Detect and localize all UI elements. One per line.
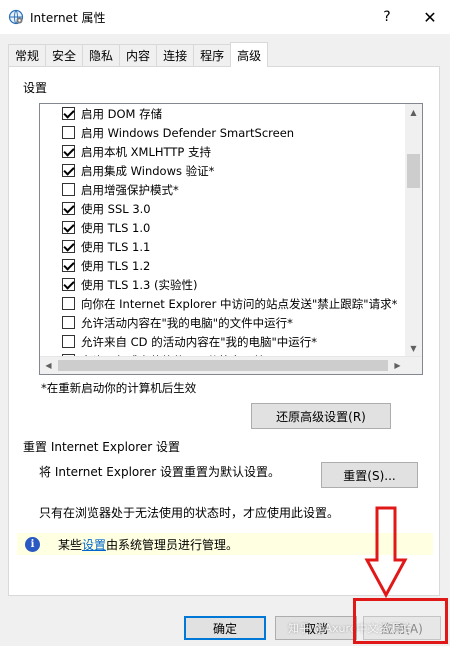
settings-rows: 启用 DOM 存储启用 Windows Defender SmartScreen… xyxy=(40,104,406,356)
tab-security[interactable]: 安全 xyxy=(45,44,84,66)
settings-item[interactable]: 使用 TLS 1.2 xyxy=(40,256,406,275)
settings-label: 设置 xyxy=(23,81,48,95)
settings-item[interactable]: 启用集成 Windows 验证* xyxy=(40,161,406,180)
info-prefix: 某些 xyxy=(58,537,83,552)
reset-section-title: 重置 Internet Explorer 设置 xyxy=(23,440,181,454)
scroll-left-icon[interactable]: ◀ xyxy=(40,357,57,374)
close-button[interactable]: ✕ xyxy=(410,0,450,34)
setting-label: 使用 SSL 3.0 xyxy=(81,201,151,216)
tab-programs[interactable]: 程序 xyxy=(193,44,232,66)
apply-button[interactable]: 应用(A) xyxy=(363,616,441,640)
tab-advanced[interactable]: 高级 xyxy=(230,42,269,67)
setting-label: 使用 TLS 1.1 xyxy=(81,239,151,254)
hscroll-thumb[interactable] xyxy=(58,360,388,371)
settings-link[interactable]: 设置 xyxy=(82,536,106,553)
vertical-scrollbar[interactable]: ▲ ▼ xyxy=(405,104,422,357)
setting-checkbox[interactable] xyxy=(62,202,75,215)
reset-warning: 只有在浏览器处于无法使用的状态时，才应使用此设置。 xyxy=(39,506,340,520)
ok-button[interactable]: 确定 xyxy=(184,616,266,640)
tab-content[interactable]: 内容 xyxy=(119,44,158,66)
settings-item[interactable]: 启用 Windows Defender SmartScreen xyxy=(40,123,406,142)
settings-item[interactable]: 使用 TLS 1.1 xyxy=(40,237,406,256)
setting-checkbox[interactable] xyxy=(62,107,75,120)
setting-label: 允许来自 CD 的活动内容在"我的电脑"中运行* xyxy=(81,334,318,349)
settings-list[interactable]: 启用 DOM 存储启用 Windows Defender SmartScreen… xyxy=(39,103,423,375)
setting-label: 允许活动内容在"我的电脑"的文件中运行* xyxy=(81,315,293,330)
reset-description: 将 Internet Explorer 设置重置为默认设置。 xyxy=(39,465,281,479)
setting-checkbox[interactable] xyxy=(62,297,75,310)
managed-info-bar: i 某些 设置 由系统管理员进行管理。 xyxy=(17,533,433,555)
title-bar: Internet 属性 ? ✕ xyxy=(0,0,450,34)
settings-item[interactable]: 使用 SSL 3.0 xyxy=(40,199,406,218)
settings-item[interactable]: 启用本机 XMLHTTP 支持 xyxy=(40,142,406,161)
help-button[interactable]: ? xyxy=(372,0,402,34)
window-title: Internet 属性 xyxy=(30,10,106,25)
info-suffix: 由系统管理员进行管理。 xyxy=(106,537,239,552)
setting-label: 使用 TLS 1.2 xyxy=(81,258,151,273)
setting-label: 向你在 Internet Explorer 中访问的站点发送"禁止跟踪"请求* xyxy=(81,296,398,311)
settings-item[interactable]: 向你在 Internet Explorer 中访问的站点发送"禁止跟踪"请求* xyxy=(40,294,406,313)
info-icon: i xyxy=(25,536,40,552)
setting-label: 启用增强保护模式* xyxy=(81,182,179,197)
cancel-button[interactable]: 取消 xyxy=(275,616,357,640)
tab-general[interactable]: 常规 xyxy=(8,44,47,66)
tab-connections[interactable]: 连接 xyxy=(156,44,195,66)
settings-item[interactable]: 允许活动内容在"我的电脑"的文件中运行* xyxy=(40,313,406,332)
restore-advanced-button[interactable]: 还原高级设置(R) xyxy=(251,403,391,429)
setting-checkbox[interactable] xyxy=(62,183,75,196)
internet-options-icon xyxy=(8,9,24,25)
setting-checkbox[interactable] xyxy=(62,240,75,253)
scroll-thumb[interactable] xyxy=(407,154,420,188)
setting-label: 启用 Windows Defender SmartScreen xyxy=(81,125,295,140)
setting-checkbox[interactable] xyxy=(62,145,75,158)
setting-checkbox[interactable] xyxy=(62,335,75,348)
scroll-down-icon[interactable]: ▼ xyxy=(405,340,422,357)
settings-item[interactable]: 使用 TLS 1.0 xyxy=(40,218,406,237)
settings-item[interactable]: 允许来自 CD 的活动内容在"我的电脑"中运行* xyxy=(40,332,406,351)
restart-note: *在重新启动你的计算机后生效 xyxy=(41,381,197,395)
setting-label: 使用 TLS 1.3 (实验性) xyxy=(81,277,198,292)
setting-checkbox[interactable] xyxy=(62,221,75,234)
setting-label: 启用 DOM 存储 xyxy=(81,106,163,121)
reset-button[interactable]: 重置(S)... xyxy=(321,462,418,488)
setting-checkbox[interactable] xyxy=(62,278,75,291)
settings-item[interactable]: 启用增强保护模式* xyxy=(40,180,406,199)
advanced-panel: 设置 启用 DOM 存储启用 Windows Defender SmartScr… xyxy=(8,66,440,596)
setting-checkbox[interactable] xyxy=(62,259,75,272)
settings-item[interactable]: 使用 TLS 1.3 (实验性) xyxy=(40,275,406,294)
horizontal-scrollbar[interactable]: ◀ ▶ xyxy=(40,356,422,374)
setting-checkbox[interactable] xyxy=(62,316,75,329)
tab-strip: 常规 安全 隐私 内容 连接 程序 高级 xyxy=(8,42,269,67)
setting-label: 使用 TLS 1.0 xyxy=(81,220,151,235)
tab-privacy[interactable]: 隐私 xyxy=(82,44,121,66)
setting-checkbox[interactable] xyxy=(62,126,75,139)
setting-label: 启用本机 XMLHTTP 支持 xyxy=(81,144,211,159)
setting-label: 启用集成 Windows 验证* xyxy=(81,163,215,178)
settings-item[interactable]: 启用 DOM 存储 xyxy=(40,104,406,123)
scroll-right-icon[interactable]: ▶ xyxy=(389,357,406,374)
setting-checkbox[interactable] xyxy=(62,164,75,177)
scroll-up-icon[interactable]: ▲ xyxy=(405,104,422,121)
